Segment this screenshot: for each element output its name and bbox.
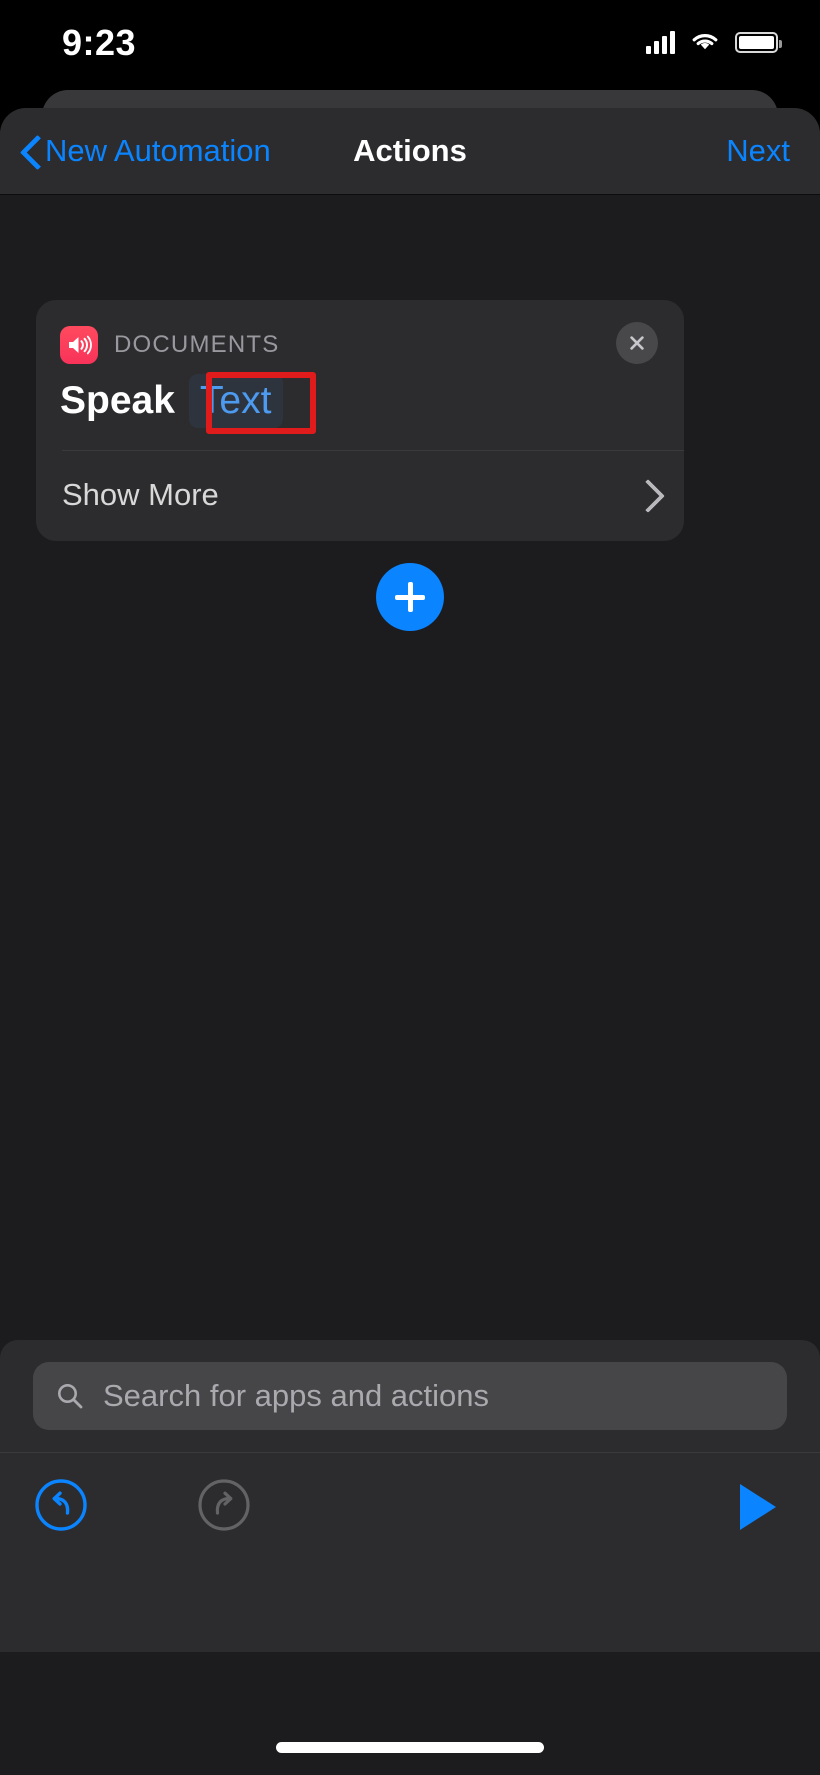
wifi-icon bbox=[689, 30, 721, 54]
status-icons bbox=[646, 30, 778, 54]
action-category-label: DOCUMENTS bbox=[114, 331, 279, 359]
search-input[interactable]: Search for apps and actions bbox=[33, 1362, 787, 1430]
plus-icon bbox=[395, 582, 425, 612]
action-verb-label: Speak bbox=[60, 379, 175, 423]
text-variable-token[interactable]: Text bbox=[189, 374, 284, 428]
bottom-toolbar bbox=[0, 1452, 820, 1652]
search-placeholder: Search for apps and actions bbox=[103, 1378, 489, 1414]
action-card-meta: DOCUMENTS bbox=[60, 326, 660, 364]
actions-sheet: New Automation Actions Next bbox=[0, 108, 820, 1775]
undo-arrow-icon[interactable] bbox=[33, 1477, 89, 1538]
add-action-button[interactable] bbox=[376, 563, 444, 631]
back-button[interactable]: New Automation bbox=[22, 133, 271, 169]
next-button[interactable]: Next bbox=[726, 133, 790, 169]
action-parameter-row: Speak Text bbox=[36, 364, 684, 450]
back-button-label: New Automation bbox=[45, 133, 271, 169]
play-triangle-icon[interactable] bbox=[732, 1479, 784, 1540]
cellular-signal-icon bbox=[646, 30, 675, 54]
battery-icon bbox=[735, 32, 778, 53]
close-circle-icon[interactable] bbox=[616, 322, 658, 364]
action-card-speak-text[interactable]: DOCUMENTS Speak Text Show More bbox=[36, 300, 684, 541]
show-more-label: Show More bbox=[62, 477, 219, 513]
navigation-bar: New Automation Actions Next bbox=[0, 108, 820, 194]
home-indicator bbox=[276, 1742, 544, 1753]
chevron-right-icon bbox=[640, 480, 658, 510]
speaker-wave-icon bbox=[60, 326, 98, 364]
action-card-header: DOCUMENTS bbox=[36, 300, 684, 364]
chevron-left-icon bbox=[22, 136, 39, 167]
status-bar: 9:23 bbox=[0, 0, 820, 92]
status-time: 9:23 bbox=[62, 22, 136, 64]
redo-arrow-icon[interactable] bbox=[196, 1477, 252, 1538]
show-more-row[interactable]: Show More bbox=[36, 451, 684, 541]
search-icon bbox=[55, 1381, 85, 1411]
search-panel: Search for apps and actions bbox=[0, 1340, 820, 1452]
actions-content: DOCUMENTS Speak Text Show More bbox=[0, 195, 820, 1425]
phone-screen: 9:23 New Automation Actions Next bbox=[0, 0, 820, 1775]
